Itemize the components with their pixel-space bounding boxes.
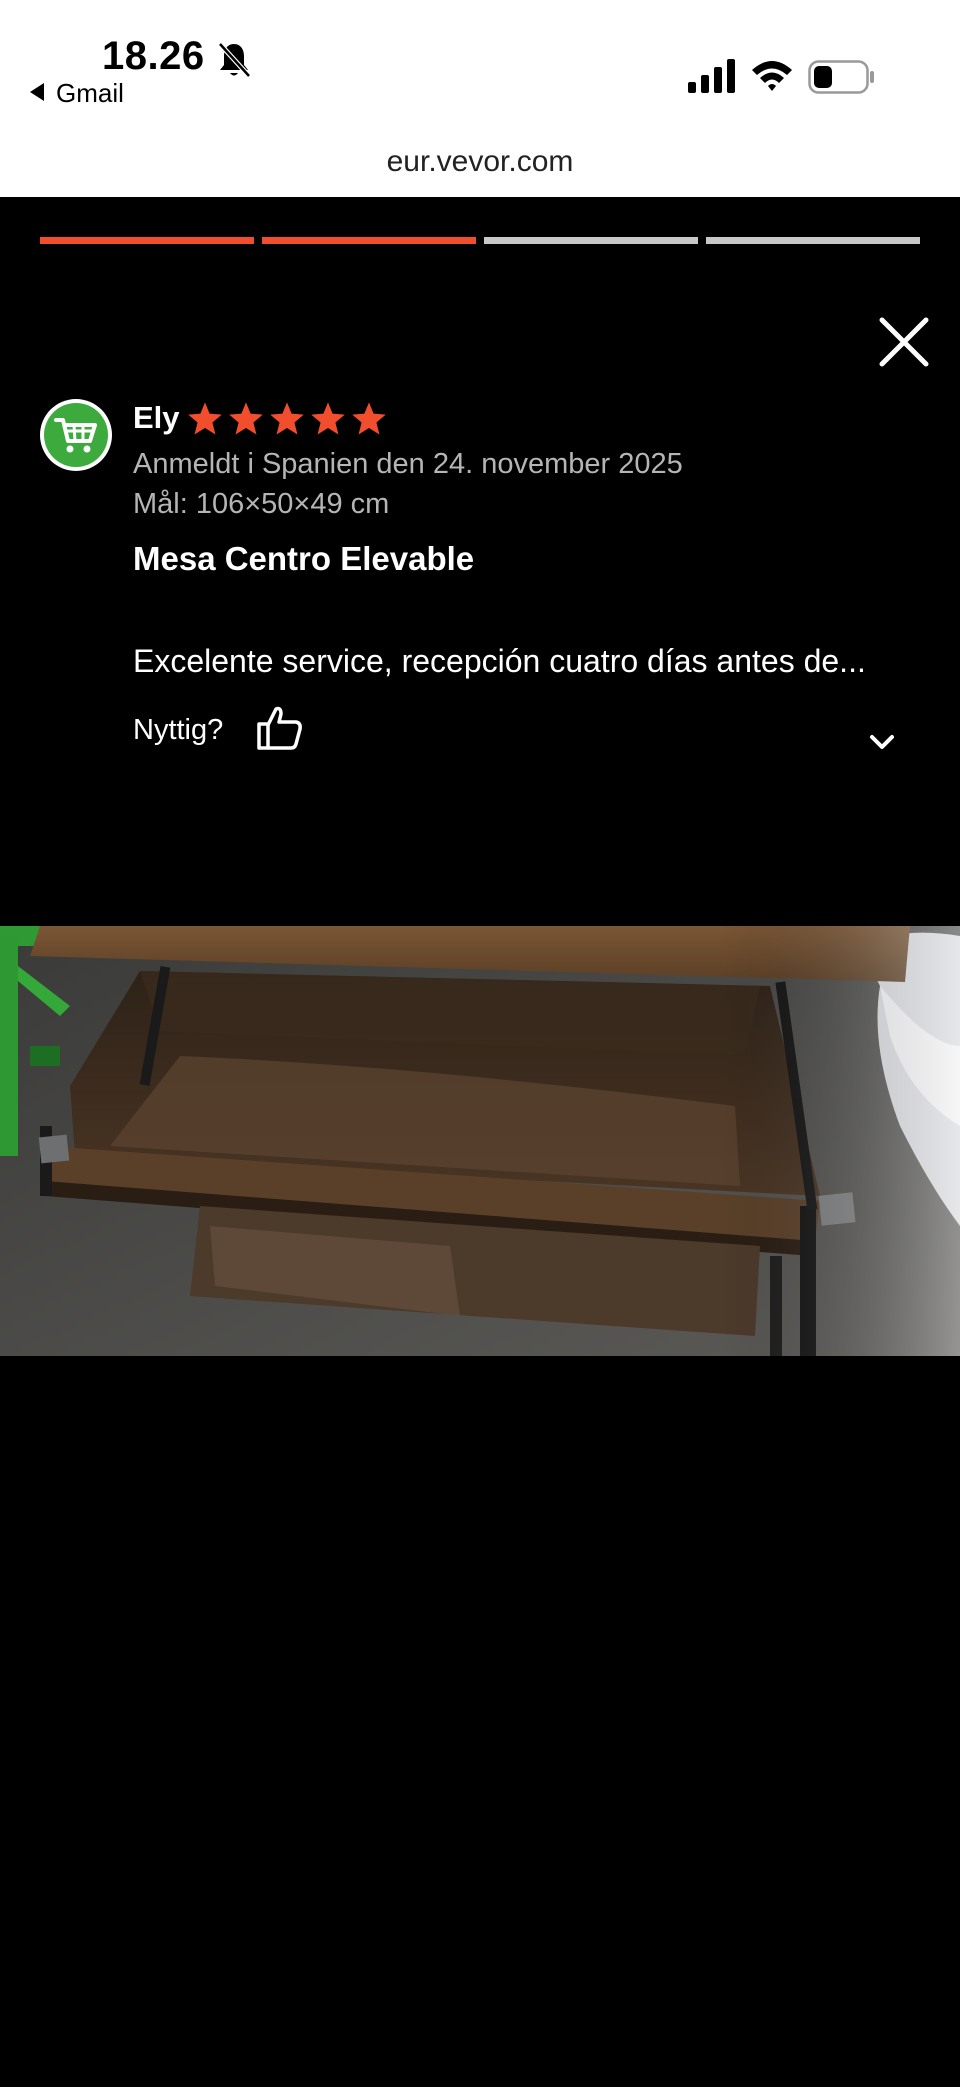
progress-segment: [40, 237, 254, 244]
back-to-app-link[interactable]: Gmail: [30, 78, 124, 109]
star-icon: [188, 402, 222, 435]
shopping-cart-icon: [54, 418, 97, 453]
star-icon: [270, 402, 304, 435]
star-icon: [311, 402, 345, 435]
chevron-down-icon[interactable]: [866, 726, 898, 758]
reviewer-name: Ely: [133, 400, 180, 435]
story-progress: [40, 237, 920, 244]
back-arrow-icon: [30, 83, 44, 101]
review-body[interactable]: Excelente service, recepción cuatro días…: [133, 643, 923, 680]
battery-icon: [808, 60, 874, 94]
review-date: Anmeldt i Spanien den 24. november 2025: [133, 448, 683, 480]
back-app-label: Gmail: [56, 78, 124, 108]
cellular-signal-icon: [688, 59, 735, 93]
progress-segment: [706, 237, 920, 244]
wifi-icon: [752, 61, 792, 91]
thumbs-up-icon[interactable]: [255, 703, 305, 753]
clock: 18.26: [102, 34, 205, 78]
review-photo[interactable]: [0, 926, 960, 1356]
bell-muted-icon: [218, 42, 251, 78]
review-title: Mesa Centro Elevable: [133, 540, 475, 577]
avatar: [40, 399, 112, 471]
url-text[interactable]: eur.vevor.com: [0, 145, 960, 179]
star-rating: [186, 400, 388, 438]
close-icon[interactable]: [876, 314, 932, 370]
progress-segment: [262, 237, 476, 244]
star-icon: [352, 402, 386, 435]
star-icon: [229, 402, 263, 435]
progress-segment: [484, 237, 698, 244]
status-bar: 18.26 Gmail: [0, 0, 960, 145]
product-size: Mål: 106×50×49 cm: [133, 488, 390, 520]
helpful-label: Nyttig?: [133, 714, 224, 746]
